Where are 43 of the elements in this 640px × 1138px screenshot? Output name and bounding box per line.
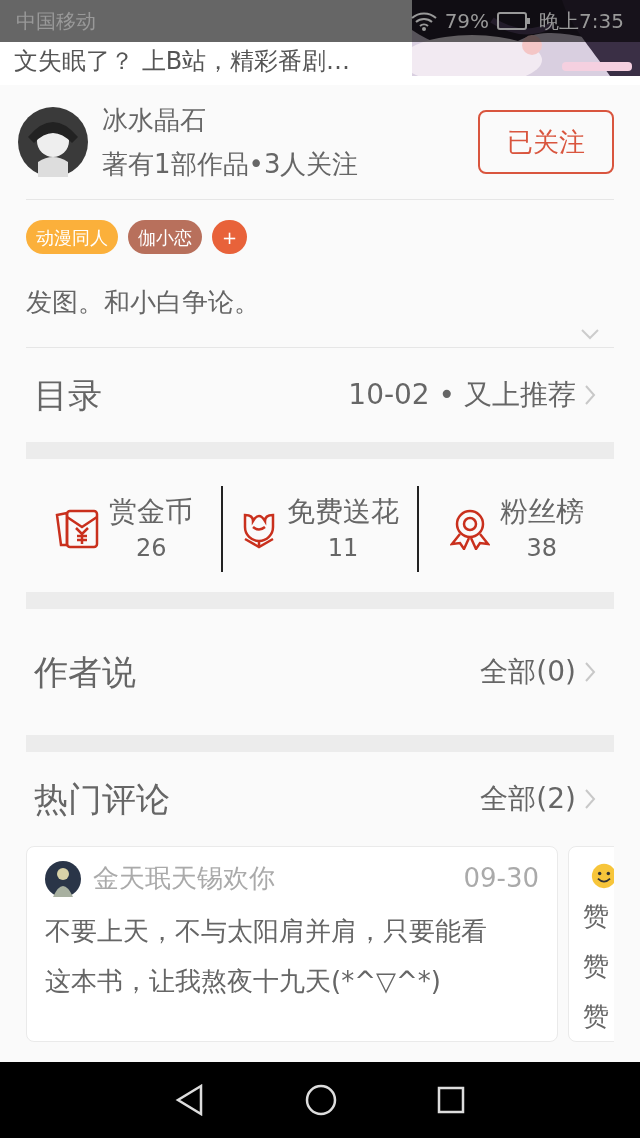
ad-text: 文失眠了？ 上B站，精彩番剧…	[14, 46, 351, 76]
home-icon[interactable]	[305, 1084, 337, 1116]
user-avatar[interactable]	[45, 860, 81, 897]
chevron-right-icon	[584, 788, 596, 810]
comment-text: 赞	[583, 950, 610, 983]
action-item[interactable]: 赏金币 26	[26, 493, 221, 565]
action-label: 免费送花	[287, 494, 399, 530]
comment-text: 赞	[583, 900, 610, 933]
envelope-icon	[53, 509, 100, 549]
back-icon[interactable]	[175, 1084, 205, 1116]
clock: 晚上7:35	[539, 8, 624, 35]
chevron-right-icon	[584, 661, 596, 683]
comment-date: 09-30	[463, 862, 539, 895]
author-stats: 著有1部作品•3人关注	[102, 148, 360, 180]
comment-text: 不要上天，不与太阳肩并肩，只要能看这本书，让我熬夜十九天(*^▽^*)	[45, 915, 488, 998]
section-title: 热门评论	[33, 777, 171, 821]
battery-icon	[497, 12, 532, 30]
bio-text: 发图。和小白争论。	[26, 286, 261, 319]
section-title: 目录	[33, 373, 103, 417]
action-count: 11	[327, 533, 359, 564]
author-name: 冰水晶石	[102, 104, 207, 136]
follow-button[interactable]: 已关注	[478, 110, 614, 174]
action-count: 38	[526, 533, 557, 564]
tag[interactable]: 伽小恋	[128, 220, 202, 254]
action-label: 赏金币	[109, 494, 194, 530]
smiley-icon	[591, 861, 614, 891]
action-label: 粉丝榜	[499, 494, 584, 530]
view-all-link[interactable]: 全部(2)	[480, 778, 614, 820]
tag[interactable]: +	[212, 220, 248, 254]
wifi-icon	[410, 11, 437, 31]
action-count: 26	[136, 533, 167, 564]
recents-icon[interactable]	[437, 1086, 465, 1114]
action-item[interactable]: 粉丝榜 38	[419, 493, 614, 565]
chevron-right-icon	[584, 384, 596, 406]
view-all-link[interactable]: 全部(0)	[480, 651, 614, 693]
comment-text: 赞	[583, 1000, 610, 1033]
catalog-link[interactable]: 10-02 • 又上推荐	[348, 374, 614, 416]
battery-level: 79%	[444, 8, 490, 35]
medal-icon	[449, 508, 490, 550]
section-title: 作者说	[33, 650, 137, 694]
action-item[interactable]: 免费送花 11	[222, 493, 418, 565]
comment-user: 金天珉天锡欢你	[93, 862, 276, 895]
avatar[interactable]	[18, 107, 88, 177]
